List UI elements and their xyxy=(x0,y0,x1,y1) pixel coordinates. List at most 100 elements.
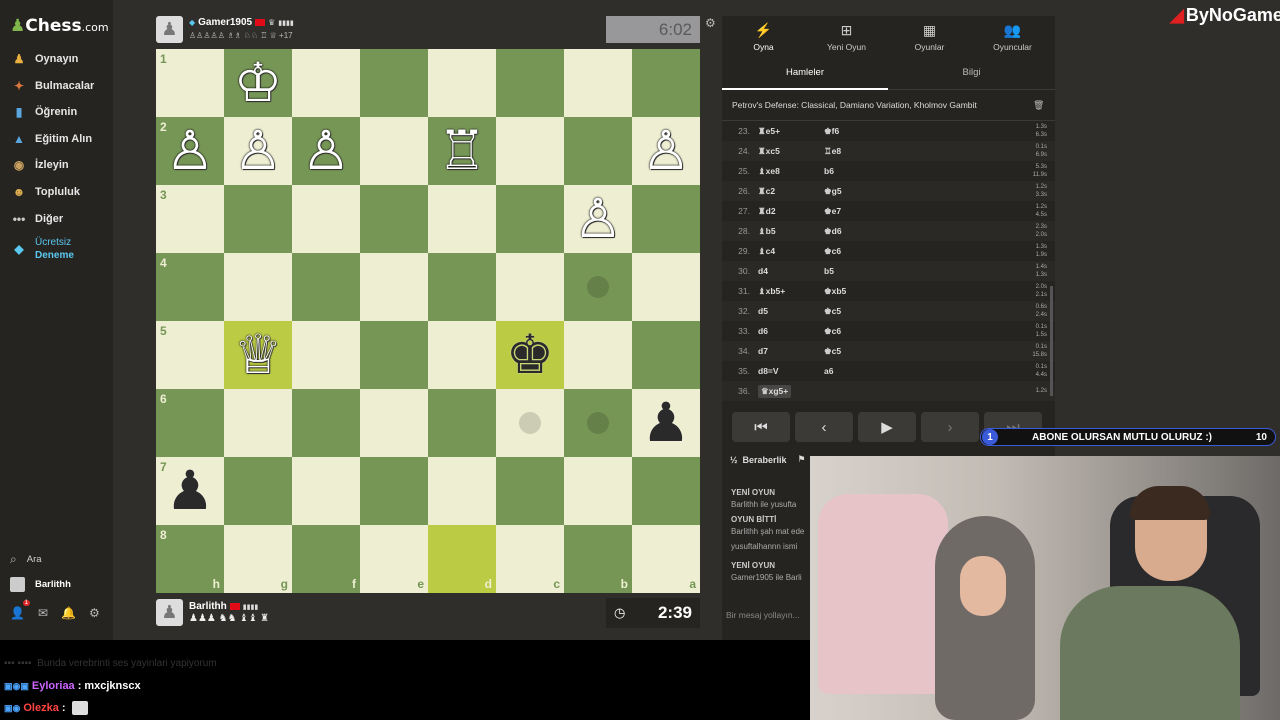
board-square[interactable]: g xyxy=(224,525,292,593)
board-square[interactable] xyxy=(496,117,564,185)
friends-icon[interactable]: 👤 1 xyxy=(10,600,30,620)
board-square[interactable] xyxy=(224,185,292,253)
white-move[interactable]: ♝b5 xyxy=(758,226,824,237)
board-square[interactable] xyxy=(564,253,632,321)
board-square[interactable] xyxy=(564,49,632,117)
black-move[interactable]: b5 xyxy=(824,266,890,276)
board-square[interactable] xyxy=(632,253,700,321)
sidebar-item-5[interactable]: ☻ Topluluk xyxy=(0,179,113,205)
move-row[interactable]: 33. d6 ♚c6 0.1s 1.5s xyxy=(722,321,1055,341)
chat-input[interactable]: Bir mesaj yollayın... xyxy=(726,610,800,620)
tab-3[interactable]: 👥 Oyuncular xyxy=(971,16,1054,60)
board-square[interactable] xyxy=(428,49,496,117)
board-square[interactable] xyxy=(428,389,496,457)
legal-move-dot[interactable] xyxy=(587,276,609,298)
board-square[interactable] xyxy=(428,321,496,389)
board-square[interactable]: ♕ xyxy=(224,321,292,389)
move-row[interactable]: 26. ♜c2 ♚g5 1.2s 3.3s xyxy=(722,181,1055,201)
board-square[interactable] xyxy=(292,253,360,321)
black-move[interactable]: a6 xyxy=(824,366,890,376)
tab-0[interactable]: ⚡ Oyna xyxy=(722,16,805,60)
board-square[interactable] xyxy=(224,457,292,525)
board-square[interactable] xyxy=(292,389,360,457)
board-square[interactable] xyxy=(564,117,632,185)
board-square[interactable] xyxy=(428,253,496,321)
white-move[interactable]: ♝xb5+ xyxy=(758,286,824,297)
board-square[interactable] xyxy=(632,457,700,525)
move-row[interactable]: 29. ♝c4 ♚c6 1.3s 1.9s xyxy=(722,241,1055,261)
board-square[interactable] xyxy=(224,253,292,321)
chess-piece[interactable]: ♙ xyxy=(302,124,350,178)
legal-move-dot[interactable] xyxy=(587,412,609,434)
chat-username[interactable]: Olezka xyxy=(23,702,58,714)
move-list[interactable]: 23. ♜e5+ ♚f6 1.3s 6.3s 24. ♜xc5 ♖e8 0.1s 6.9s 25. ♝… xyxy=(722,120,1055,401)
move-row[interactable]: 24. ♜xc5 ♖e8 0.1s 6.9s xyxy=(722,141,1055,161)
black-move[interactable]: ♚c6 xyxy=(824,326,890,337)
white-move[interactable]: ♜e5+ xyxy=(758,126,824,137)
flag-icon[interactable]: ⚑ xyxy=(798,454,806,465)
white-move[interactable]: d6 xyxy=(758,326,824,336)
board-square[interactable]: ♟ xyxy=(632,389,700,457)
search-link[interactable]: ⌕ Ara xyxy=(10,552,42,567)
black-move[interactable]: b6 xyxy=(824,166,890,176)
black-move[interactable]: ♚f6 xyxy=(824,126,890,137)
board-square[interactable]: a xyxy=(632,525,700,593)
move-row[interactable]: 30. d4 b5 1.4s 1.3s xyxy=(722,261,1055,281)
chess-piece[interactable]: ♚ xyxy=(506,328,554,382)
board-square[interactable] xyxy=(564,389,632,457)
black-move[interactable]: ♚c5 xyxy=(824,306,890,317)
white-move[interactable]: ♜xc5 xyxy=(758,146,824,157)
move-row[interactable]: 27. ♜d2 ♚e7 1.2s 4.5s xyxy=(722,201,1055,221)
board-square[interactable] xyxy=(360,185,428,253)
chess-piece[interactable]: ♙ xyxy=(642,124,690,178)
chess-piece[interactable]: ♙ xyxy=(166,124,214,178)
board-square[interactable] xyxy=(360,253,428,321)
board-square[interactable] xyxy=(292,321,360,389)
white-move[interactable]: ♜d2 xyxy=(758,206,824,217)
move-row[interactable]: 25. ♝xe8 b6 5.3s 11.9s xyxy=(722,161,1055,181)
legal-move-dot[interactable] xyxy=(519,412,541,434)
sidebar-item-1[interactable]: ✦ Bulmacalar xyxy=(0,73,113,99)
sidebar-item-0[interactable]: ♟ Oynayın xyxy=(0,46,113,72)
white-move[interactable]: d7 xyxy=(758,346,824,356)
chess-piece[interactable]: ♔ xyxy=(234,56,282,110)
board-square[interactable] xyxy=(564,457,632,525)
black-move[interactable]: ♚c6 xyxy=(824,246,890,257)
board-square[interactable]: ♚ xyxy=(496,321,564,389)
board-square[interactable]: ♙ xyxy=(564,185,632,253)
black-move[interactable]: ♚e7 xyxy=(824,206,890,217)
player-avatar[interactable]: ♟ xyxy=(156,599,183,626)
board-square[interactable]: 3 xyxy=(156,185,224,253)
move-list-scrollbar[interactable] xyxy=(1050,286,1053,396)
sidebar-item-4[interactable]: ◉ İzleyin xyxy=(0,152,113,178)
board-square[interactable] xyxy=(496,253,564,321)
board-square[interactable]: 6 xyxy=(156,389,224,457)
board-square[interactable] xyxy=(428,457,496,525)
board-square[interactable] xyxy=(496,389,564,457)
board-square[interactable] xyxy=(360,117,428,185)
chesscom-logo[interactable]: ♟Chess.com xyxy=(10,16,109,36)
move-row[interactable]: 28. ♝b5 ♚d6 2.3s 2.0s xyxy=(722,221,1055,241)
bell-icon[interactable]: 🔔 xyxy=(61,606,76,620)
board-square[interactable] xyxy=(496,49,564,117)
board-square[interactable] xyxy=(360,389,428,457)
next-move-button[interactable]: › xyxy=(921,412,979,442)
user-profile-link[interactable]: Barlithh xyxy=(10,577,71,592)
sidebar-item-7[interactable]: ◆ Ücretsiz Deneme xyxy=(0,232,113,266)
board-square[interactable] xyxy=(496,185,564,253)
board-square[interactable]: c xyxy=(496,525,564,593)
chess-board[interactable]: 1 ♔ 2 ♙ ♙ ♙ ♖ ♙ 3 ♙ 4 5 ♕ ♚ 6 ♟ 7 ♟ 8 h g f e d c b a xyxy=(156,49,700,593)
white-move[interactable]: ♝c4 xyxy=(758,246,824,257)
white-move[interactable]: d4 xyxy=(758,266,824,276)
sidebar-item-3[interactable]: ▲ Eğitim Alın xyxy=(0,126,113,152)
board-square[interactable]: b xyxy=(564,525,632,593)
board-square[interactable]: 1 xyxy=(156,49,224,117)
draw-button[interactable]: ½ Beraberlik ⚑ xyxy=(730,454,806,465)
chat-username[interactable]: Eyloriaa xyxy=(32,680,75,692)
board-settings-gear-icon[interactable]: ⚙ xyxy=(705,16,716,30)
board-square[interactable]: ♖ xyxy=(428,117,496,185)
play-button[interactable]: ▶ xyxy=(858,412,916,442)
board-square[interactable]: d xyxy=(428,525,496,593)
board-square[interactable]: f xyxy=(292,525,360,593)
board-square[interactable] xyxy=(292,457,360,525)
